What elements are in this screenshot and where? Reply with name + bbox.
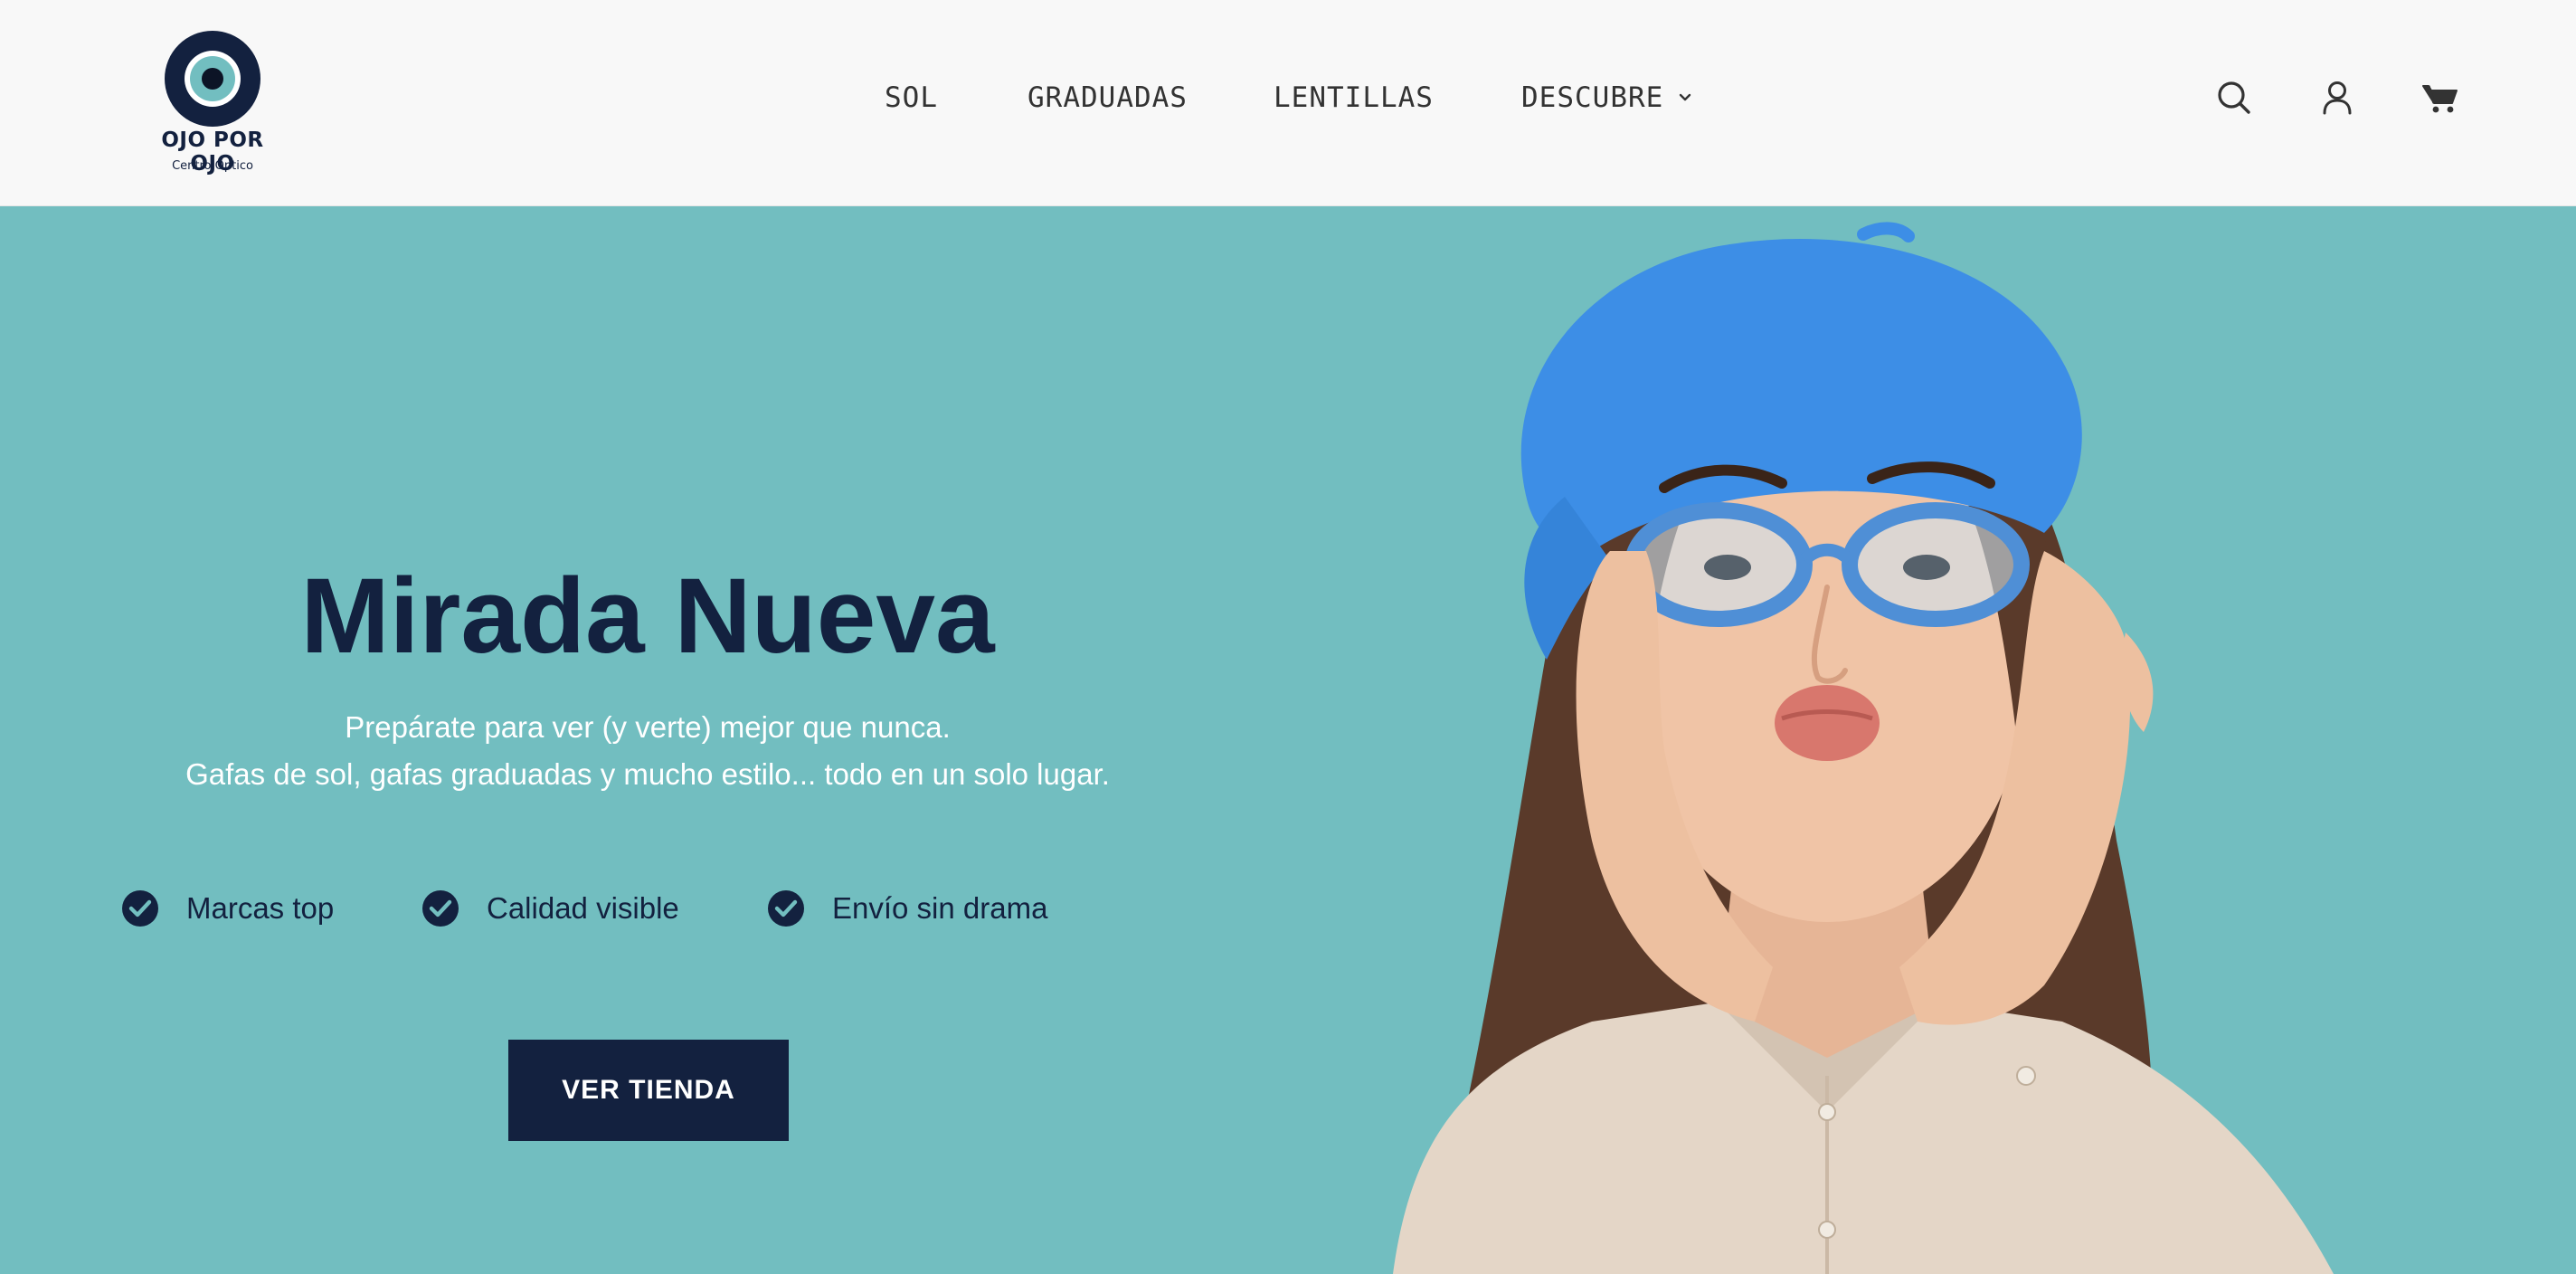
main-nav: SOL GRADUADAS LENTILLAS DESCUBRE: [0, 77, 2576, 119]
feature-item: Envío sin drama: [767, 888, 1047, 929]
search-icon[interactable]: [2214, 78, 2254, 118]
cart-icon[interactable]: [2420, 78, 2460, 118]
site-header: OJO POR OJO Centro Óptico SOL GRADUADAS …: [0, 0, 2576, 206]
feature-label: Calidad visible: [487, 891, 679, 925]
nav-item-sol[interactable]: SOL: [885, 77, 938, 119]
check-circle-icon: [422, 890, 459, 927]
nav-item-lentillas[interactable]: LENTILLAS: [1274, 77, 1434, 119]
feature-label: Marcas top: [186, 891, 335, 925]
hero-banner: Mirada Nueva Prepárate para ver (y verte…: [0, 207, 2576, 1274]
check-circle-icon: [768, 890, 804, 927]
chevron-down-icon: [1680, 93, 1691, 101]
nav-item-descubre[interactable]: DESCUBRE: [1521, 77, 1694, 119]
feature-item: Calidad visible: [421, 888, 679, 929]
hero-model-photo: [1393, 222, 2334, 1274]
nav-item-graduadas[interactable]: GRADUADAS: [1028, 77, 1188, 119]
nav-item-descubre-label: DESCUBRE: [1521, 81, 1664, 114]
feature-label: Envío sin drama: [832, 891, 1048, 925]
shop-button[interactable]: VER TIENDA: [508, 1040, 789, 1141]
account-icon[interactable]: [2317, 78, 2357, 118]
hero-title: Mirada Nueva: [300, 556, 995, 676]
brand-tagline: Centro Óptico: [172, 159, 253, 173]
hero-subtitle-line-2: Gafas de sol, gafas graduadas y mucho es…: [185, 757, 1110, 791]
feature-item: Marcas top: [121, 888, 334, 929]
feature-list: Marcas top Calidad visible Envío sin dra…: [0, 888, 1295, 929]
hero-subtitle-line-1: Prepárate para ver (y verte) mejor que n…: [345, 710, 951, 744]
check-circle-icon: [122, 890, 158, 927]
